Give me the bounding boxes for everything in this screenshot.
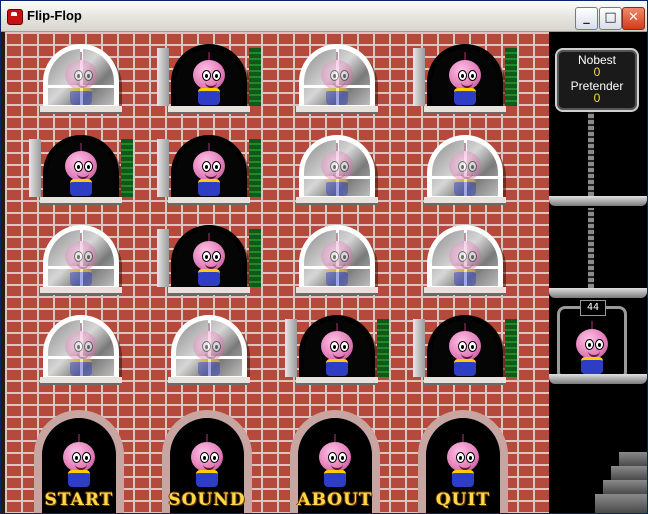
- title-bar[interactable]: Flip-Flop _ □ ✕: [1, 1, 647, 32]
- side-panel: Nobest 0 Pretender 0 44: [549, 32, 647, 513]
- character: [446, 233, 484, 286]
- stair-step: [619, 452, 647, 466]
- minimize-button[interactable]: _: [575, 7, 598, 30]
- start-door[interactable]: START: [34, 410, 124, 513]
- stair-step: [611, 466, 647, 480]
- window-open[interactable]: [413, 315, 517, 385]
- window-closed[interactable]: [296, 135, 378, 205]
- window-open[interactable]: [157, 44, 261, 114]
- start-button[interactable]: START: [24, 490, 134, 510]
- character: [190, 323, 228, 376]
- window-closed[interactable]: [424, 135, 506, 205]
- right-shutter: [505, 48, 517, 106]
- window-open[interactable]: [413, 44, 517, 114]
- left-shutter: [413, 48, 425, 106]
- player1-score: 0: [593, 65, 601, 79]
- window-closed[interactable]: [168, 315, 250, 385]
- window-open[interactable]: [285, 315, 389, 385]
- brick-wall: START SOUND ABOUT QUIT: [5, 32, 549, 513]
- move-counter: 44: [580, 300, 606, 316]
- window-closed[interactable]: [40, 44, 122, 114]
- elevator-cage: 44: [557, 300, 627, 380]
- window-open[interactable]: [157, 135, 261, 205]
- game-window: Flip-Flop _ □ ✕ START SOUND ABOUT QUIT N…: [0, 0, 648, 514]
- character: [318, 143, 356, 196]
- game-area: START SOUND ABOUT QUIT Nobest 0 Pretende…: [1, 32, 647, 513]
- window-title: Flip-Flop: [27, 8, 82, 23]
- character: [446, 143, 484, 196]
- window-sill: [424, 106, 506, 114]
- window-sill: [168, 287, 250, 295]
- window-sill: [296, 287, 378, 295]
- character: [446, 52, 484, 105]
- window-open[interactable]: [157, 225, 261, 295]
- character: [446, 323, 484, 376]
- right-shutter: [249, 48, 261, 106]
- window-sill: [168, 197, 250, 205]
- window-sill: [40, 197, 122, 205]
- scoreboard: Nobest 0 Pretender 0: [555, 48, 639, 112]
- character: [190, 52, 228, 105]
- stair-step: [603, 480, 647, 494]
- right-shutter: [249, 139, 261, 197]
- window-sill: [424, 377, 506, 385]
- about-door[interactable]: ABOUT: [290, 410, 380, 513]
- left-shutter: [157, 139, 169, 197]
- window-closed[interactable]: [296, 225, 378, 295]
- right-shutter: [377, 319, 389, 377]
- right-shutter: [249, 229, 261, 287]
- left-shutter: [285, 319, 297, 377]
- window-sill: [40, 287, 122, 295]
- left-shutter: [413, 319, 425, 377]
- character: [62, 143, 100, 196]
- ledge: [549, 374, 647, 384]
- sound-button[interactable]: SOUND: [152, 490, 262, 510]
- window-closed[interactable]: [40, 225, 122, 295]
- window-sill: [168, 106, 250, 114]
- character: [190, 233, 228, 286]
- window-closed[interactable]: [40, 315, 122, 385]
- about-button[interactable]: ABOUT: [280, 490, 390, 510]
- character: [62, 52, 100, 105]
- window-sill: [296, 197, 378, 205]
- app-icon[interactable]: [7, 9, 23, 25]
- character: [573, 321, 611, 374]
- window-sill: [296, 377, 378, 385]
- character: [318, 52, 356, 105]
- character: [60, 434, 98, 487]
- window-sill: [40, 377, 122, 385]
- character: [444, 434, 482, 487]
- right-shutter: [505, 319, 517, 377]
- character: [318, 233, 356, 286]
- ledge: [549, 196, 647, 206]
- character-with-headphones: [188, 434, 226, 487]
- left-shutter: [157, 48, 169, 106]
- sound-door[interactable]: SOUND: [162, 410, 252, 513]
- window-closed[interactable]: [296, 44, 378, 114]
- stair-step: [595, 494, 647, 513]
- window-sill: [296, 106, 378, 114]
- maximize-button[interactable]: □: [599, 7, 622, 30]
- right-shutter: [121, 139, 133, 197]
- quit-button[interactable]: QUIT: [408, 490, 518, 510]
- left-shutter: [29, 139, 41, 197]
- character: [62, 323, 100, 376]
- window-closed[interactable]: [424, 225, 506, 295]
- close-button[interactable]: ✕: [622, 7, 645, 30]
- chain: [588, 208, 594, 288]
- window-open[interactable]: [29, 135, 133, 205]
- character-with-sign: [316, 434, 354, 487]
- character: [62, 233, 100, 286]
- player2-score: 0: [593, 91, 601, 105]
- quit-door[interactable]: QUIT: [418, 410, 508, 513]
- window-sill: [40, 106, 122, 114]
- character: [318, 323, 356, 376]
- ledge: [549, 288, 647, 298]
- window-sill: [168, 377, 250, 385]
- window-sill: [424, 197, 506, 205]
- left-shutter: [157, 229, 169, 287]
- window-sill: [424, 287, 506, 295]
- chain: [588, 112, 594, 196]
- character: [190, 143, 228, 196]
